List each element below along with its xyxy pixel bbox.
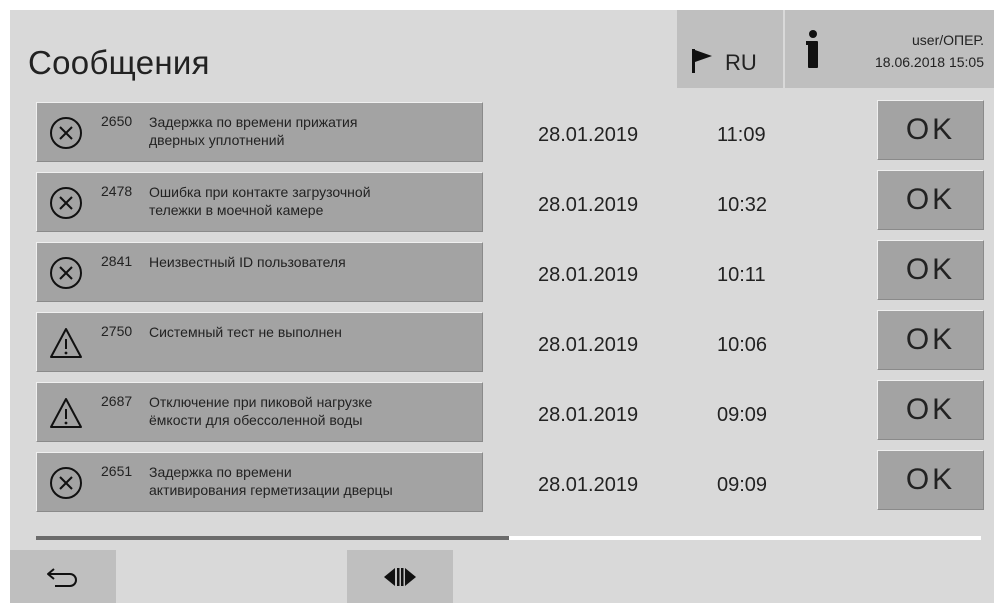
ok-button[interactable]: OK bbox=[877, 310, 984, 370]
message-box[interactable]: 2478 Ошибка при контакте загрузочной тел… bbox=[36, 172, 483, 232]
error-circle-x-icon bbox=[50, 187, 82, 219]
message-code: 2478 bbox=[101, 183, 133, 199]
ok-button[interactable]: OK bbox=[877, 450, 984, 510]
flag-icon bbox=[692, 49, 712, 73]
message-date: 28.01.2019 bbox=[538, 124, 639, 146]
message-text: Задержка по времени активирования гермет… bbox=[149, 463, 469, 499]
message-text-line1: Неизвестный ID пользователя bbox=[149, 254, 346, 270]
message-row: 2478 Ошибка при контакте загрузочной тел… bbox=[10, 168, 994, 232]
split-view-icon bbox=[384, 567, 416, 586]
message-date: 28.01.2019 bbox=[538, 194, 639, 216]
footer bbox=[10, 550, 994, 603]
message-box[interactable]: 2687 Отключение при пиковой нагрузке ёмк… bbox=[36, 382, 483, 442]
message-text-line1: Отключение при пиковой нагрузке bbox=[149, 394, 373, 410]
ok-button[interactable]: OK bbox=[877, 380, 984, 440]
user-name: user/ОПЕР. bbox=[912, 32, 984, 48]
language-label: RU bbox=[725, 50, 757, 75]
user-icon bbox=[806, 30, 818, 68]
message-code: 2841 bbox=[101, 253, 133, 269]
message-time: 09:09 bbox=[717, 404, 768, 426]
error-circle-x-icon bbox=[50, 117, 82, 149]
message-text: Неизвестный ID пользователя bbox=[149, 253, 469, 271]
message-time: 09:09 bbox=[717, 474, 768, 496]
header: Сообщения RU user/ОПЕР. 18.06.2018 15:05 bbox=[10, 10, 994, 88]
message-time: 10:06 bbox=[717, 334, 768, 356]
message-text-line2: тележки в моечной камере bbox=[149, 202, 324, 218]
message-box[interactable]: 2650 Задержка по времени прижатия дверны… bbox=[36, 102, 483, 162]
error-circle-x-icon bbox=[50, 467, 82, 499]
scrollbar-thumb[interactable] bbox=[36, 536, 509, 540]
message-text-line1: Задержка по времени bbox=[149, 464, 292, 480]
message-text: Ошибка при контакте загрузочной тележки … bbox=[149, 183, 469, 219]
message-time: 10:11 bbox=[717, 264, 766, 286]
message-row: 2687 Отключение при пиковой нагрузке ёмк… bbox=[10, 378, 994, 442]
message-text: Отключение при пиковой нагрузке ёмкости … bbox=[149, 393, 469, 429]
message-date: 28.01.2019 bbox=[538, 264, 639, 286]
back-button[interactable] bbox=[10, 550, 116, 603]
message-text-line1: Системный тест не выполнен bbox=[149, 324, 342, 340]
message-text-line1: Ошибка при контакте загрузочной bbox=[149, 184, 371, 200]
warning-triangle-icon bbox=[50, 328, 82, 358]
ok-button[interactable]: OK bbox=[877, 100, 984, 160]
message-code: 2687 bbox=[101, 393, 133, 409]
message-text-line1: Задержка по времени прижатия bbox=[149, 114, 358, 130]
ok-button[interactable]: OK bbox=[877, 240, 984, 300]
language-button[interactable]: RU bbox=[675, 10, 783, 88]
message-box[interactable]: 2841 Неизвестный ID пользователя bbox=[36, 242, 483, 302]
message-row: 2650 Задержка по времени прижатия дверны… bbox=[10, 98, 994, 162]
message-box[interactable]: 2651 Задержка по времени активирования г… bbox=[36, 452, 483, 512]
back-arrow-icon bbox=[47, 567, 77, 587]
message-code: 2750 bbox=[101, 323, 133, 339]
message-box[interactable]: 2750 Системный тест не выполнен bbox=[36, 312, 483, 372]
message-time: 10:32 bbox=[717, 194, 768, 216]
warning-triangle-icon bbox=[50, 398, 82, 428]
message-code: 2651 bbox=[101, 463, 133, 479]
message-row: 2651 Задержка по времени активирования г… bbox=[10, 448, 994, 512]
message-date: 28.01.2019 bbox=[538, 334, 639, 356]
message-text-line2: активирования герметизации дверцы bbox=[149, 482, 393, 498]
message-row: 2841 Неизвестный ID пользователя 28.01.2… bbox=[10, 238, 994, 302]
message-row: 2750 Системный тест не выполнен 28.01.20… bbox=[10, 308, 994, 372]
split-view-button[interactable] bbox=[347, 550, 453, 603]
message-time: 11:09 bbox=[717, 124, 766, 146]
message-text: Задержка по времени прижатия дверных упл… bbox=[149, 113, 469, 149]
message-text-line2: дверных уплотнений bbox=[149, 132, 285, 148]
ok-button[interactable]: OK bbox=[877, 170, 984, 230]
message-text-line2: ёмкости для обессоленной воды bbox=[149, 412, 363, 428]
message-date: 28.01.2019 bbox=[538, 474, 639, 496]
message-code: 2650 bbox=[101, 113, 133, 129]
user-button[interactable]: user/ОПЕР. 18.06.2018 15:05 bbox=[785, 10, 994, 88]
screen: Сообщения RU user/ОПЕР. 18.06.2018 15:05 bbox=[10, 10, 994, 603]
message-date: 28.01.2019 bbox=[538, 404, 639, 426]
page-title: Сообщения bbox=[28, 44, 210, 81]
error-circle-x-icon bbox=[50, 257, 82, 289]
horizontal-scrollbar[interactable] bbox=[36, 536, 981, 540]
message-text: Системный тест не выполнен bbox=[149, 323, 469, 341]
user-datetime: 18.06.2018 15:05 bbox=[875, 54, 984, 70]
